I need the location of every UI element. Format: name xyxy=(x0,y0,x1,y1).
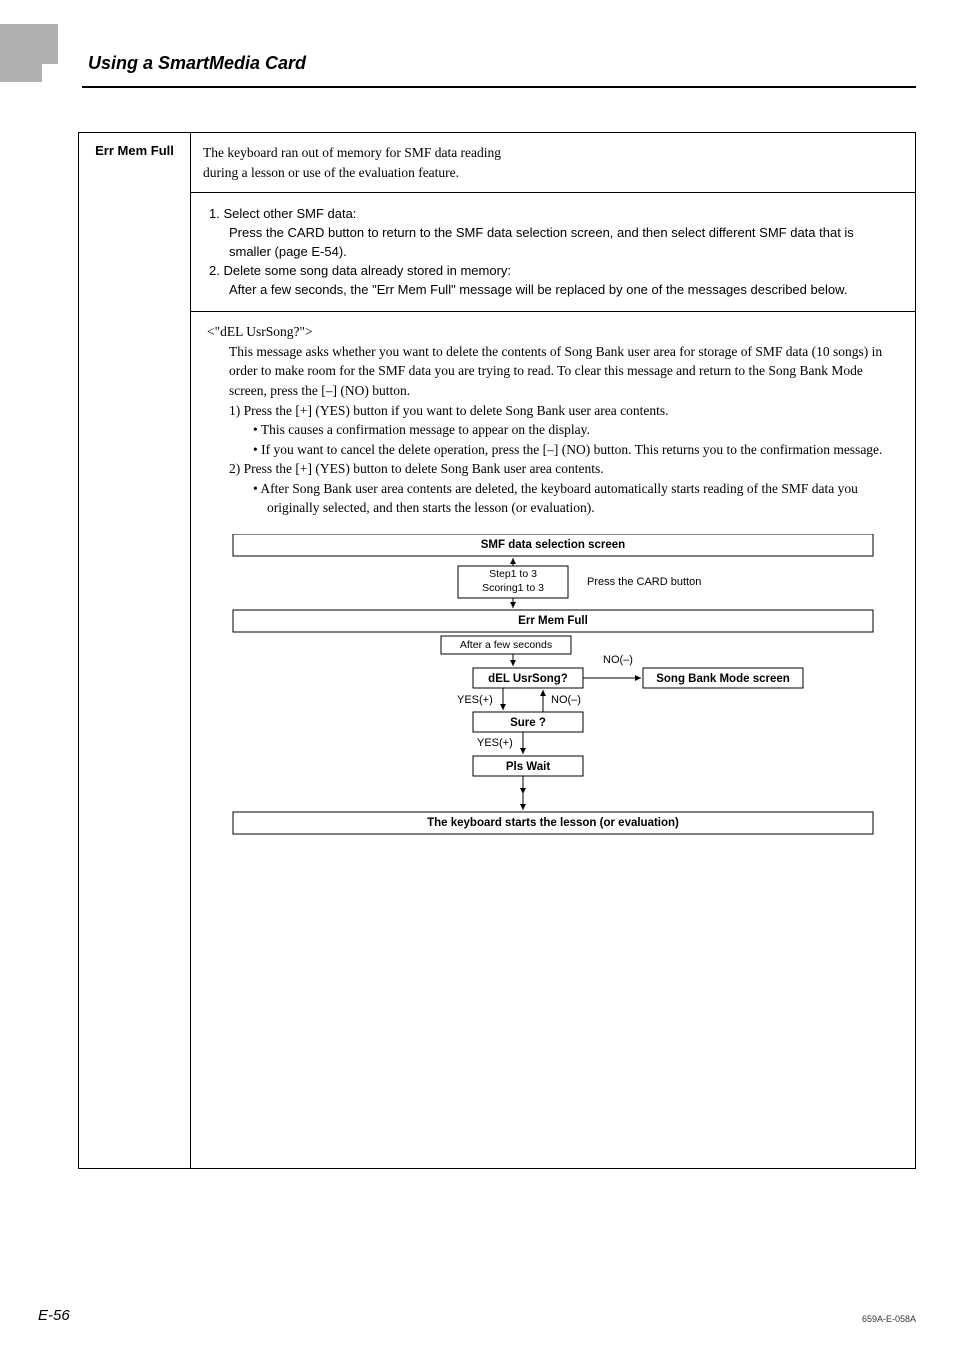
page-number: E-56 xyxy=(38,1307,70,1324)
flow-yes-label-1: YES(+) xyxy=(457,693,493,709)
page-footer: E-56 659A-E-058A xyxy=(38,1307,916,1324)
flow-sure-box: Sure ? xyxy=(473,715,583,732)
main-content: Err Mem Full The keyboard ran out of mem… xyxy=(78,132,916,1169)
error-name: Err Mem Full xyxy=(95,143,174,158)
flow-pls-box: Pls Wait xyxy=(473,759,583,776)
solution-cell: 1. Select other SMF data: Press the CARD… xyxy=(191,193,916,312)
flow-del-box: dEL UsrSong? xyxy=(473,671,583,688)
page-header: Using a SmartMedia Card xyxy=(0,0,954,82)
page-title: Using a SmartMedia Card xyxy=(88,53,306,74)
flow-steps-box: Step1 to 3 Scoring1 to 3 xyxy=(458,568,568,595)
error-desc-line-1: The keyboard ran out of memory for SMF d… xyxy=(203,143,903,163)
del-para: This message asks whether you want to de… xyxy=(207,342,903,401)
header-ornament-inset xyxy=(42,64,82,104)
del-lead: <"dEL UsrSong?"> xyxy=(207,322,903,342)
error-desc-line-2: during a lesson or use of the evaluation… xyxy=(203,163,903,183)
solution-2-body: After a few seconds, the "Err Mem Full" … xyxy=(209,281,897,300)
flowchart: SMF data selection screen Step1 to 3 Sco… xyxy=(203,534,903,1158)
error-description-cell: The keyboard ran out of memory for SMF d… xyxy=(191,133,916,193)
flow-yes-label-2: YES(+) xyxy=(477,736,513,752)
error-table: Err Mem Full The keyboard ran out of mem… xyxy=(78,132,916,1169)
del-bullet-1a: • This causes a confirmation message to … xyxy=(207,420,903,440)
flow-after-box: After a few seconds xyxy=(441,638,571,653)
flow-press-card: Press the CARD button xyxy=(587,575,701,591)
flow-top-box: SMF data selection screen xyxy=(233,537,873,554)
solution-1-body: Press the CARD button to return to the S… xyxy=(209,224,897,262)
flow-scoring: Scoring1 to 3 xyxy=(458,582,568,596)
flow-songbank-box: Song Bank Mode screen xyxy=(643,671,803,688)
del-section-cell: <"dEL UsrSong?"> This message asks wheth… xyxy=(191,312,916,1169)
flow-bottom-box: The keyboard starts the lesson (or evalu… xyxy=(233,815,873,832)
solution-2-lead: 2. Delete some song data already stored … xyxy=(209,262,897,281)
header-rule xyxy=(80,86,916,88)
del-bullet-1b: • If you want to cancel the delete opera… xyxy=(207,440,903,460)
del-step-1: 1) Press the [+] (YES) button if you wan… xyxy=(207,401,903,421)
document-id: 659A-E-058A xyxy=(862,1314,916,1324)
flow-no-label-2: NO(–) xyxy=(551,693,581,709)
del-step-2: 2) Press the [+] (YES) button to delete … xyxy=(207,459,903,479)
solution-1-lead: 1. Select other SMF data: xyxy=(209,205,897,224)
flow-no-label-1: NO(–) xyxy=(603,653,633,669)
flow-err-box: Err Mem Full xyxy=(233,613,873,630)
error-name-cell: Err Mem Full xyxy=(79,133,191,1169)
flow-step1: Step1 to 3 xyxy=(458,568,568,582)
del-bullet-2a: • After Song Bank user area contents are… xyxy=(207,479,903,518)
